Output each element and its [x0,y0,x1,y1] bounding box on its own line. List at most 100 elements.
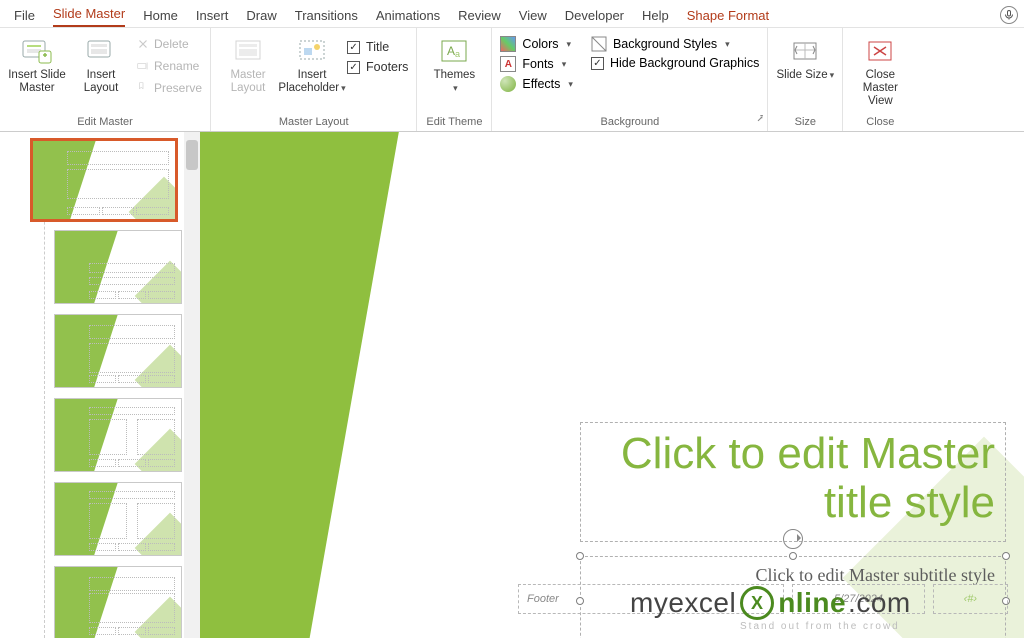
themes-label: Themes▾ [434,69,476,95]
tab-shape-format[interactable]: Shape Format [687,4,769,27]
footers-checkbox-label: Footers [366,60,408,74]
slide-number-placeholder[interactable]: ‹#› [933,584,1008,614]
group-label-size: Size [776,115,834,129]
close-master-view-label: Close Master View [851,69,909,109]
checkbox-icon: ✓ [347,61,360,74]
group-label-edit-master: Edit Master [8,115,202,129]
date-label: 5/27/2024 [834,593,883,605]
colors-icon [500,36,516,52]
preserve-button: Preserve [136,78,202,98]
ribbon: Insert Slide Master Insert Layout Delete… [0,28,1024,132]
tab-home[interactable]: Home [143,4,178,27]
effects-label: Effects [522,77,560,91]
colors-button[interactable]: Colors▾ [500,36,573,52]
handle-top-mid[interactable] [789,552,797,560]
themes-button[interactable]: Aa Themes▾ [425,32,483,95]
date-placeholder[interactable]: 5/27/2024 [792,584,925,614]
svg-text:A: A [447,44,455,58]
insert-layout-button[interactable]: Insert Layout [72,32,130,95]
close-master-view-button[interactable]: Close Master View [851,32,909,109]
group-label-master-layout: Master Layout [219,115,408,129]
title-checkbox[interactable]: ✓ Title [347,40,408,54]
thumbnail-panel [0,132,200,638]
title-checkbox-label: Title [366,40,389,54]
handle-top-left[interactable] [576,552,584,560]
slide-master-icon [20,36,54,66]
tab-insert[interactable]: Insert [196,4,229,27]
effects-icon [500,76,516,92]
slide-size-button[interactable]: Slide Size▾ [776,32,834,82]
placeholder-icon [295,36,329,66]
tab-animations[interactable]: Animations [376,4,440,27]
tab-slide-master[interactable]: Slide Master [53,2,125,27]
group-edit-master: Insert Slide Master Insert Layout Delete… [0,28,211,131]
hide-bg-checkbox[interactable]: ✓ Hide Background Graphics [591,56,759,70]
thumbnail-layout-5[interactable] [54,566,182,638]
footer-text-placeholder[interactable]: Footer [518,584,784,614]
master-layout-label: Master Layout [219,69,277,95]
thumbnail-layout-3[interactable] [54,398,182,472]
rename-icon [136,59,150,73]
group-label-edit-theme: Edit Theme [425,115,483,129]
fonts-button[interactable]: A Fonts▾ [500,56,573,72]
close-icon [863,36,897,66]
insert-slide-master-button[interactable]: Insert Slide Master [8,32,66,95]
thumbnail-scrollbar[interactable] [184,132,200,638]
tab-developer[interactable]: Developer [565,4,624,27]
slide-size-icon [788,36,822,66]
master-layout-button: Master Layout [219,32,277,95]
background-dialog-launcher[interactable]: ⭷ [757,112,763,129]
group-background: Colors▾ A Fonts▾ Effects▾ Background Sty… [492,28,768,131]
mic-icon[interactable] [1000,6,1018,24]
title-placeholder[interactable]: Click to edit Master title style [580,422,1006,542]
tab-review[interactable]: Review [458,4,501,27]
footer-placeholders: Footer 5/27/2024 ‹#› [518,584,1008,614]
tab-file[interactable]: File [14,4,35,27]
slide-canvas[interactable]: Click to edit Master title style Click t… [200,132,1024,638]
handle-top-right[interactable] [1002,552,1010,560]
group-edit-theme: Aa Themes▾ Edit Theme [417,28,492,131]
thumbnail-layout-1[interactable] [54,230,182,304]
background-styles-button[interactable]: Background Styles▾ [591,36,759,52]
tab-view[interactable]: View [519,4,547,27]
insert-placeholder-label: Insert Placeholder▾ [278,69,345,95]
group-label-background: Background [500,115,759,129]
ribbon-tabbar: File Slide Master Home Insert Draw Trans… [0,0,1024,28]
insert-placeholder-button[interactable]: Insert Placeholder▾ [283,32,341,95]
tab-draw[interactable]: Draw [246,4,276,27]
tab-help[interactable]: Help [642,4,669,27]
effects-button[interactable]: Effects▾ [500,76,573,92]
tab-transitions[interactable]: Transitions [295,4,358,27]
fonts-label: Fonts [522,57,553,71]
insert-layout-label: Insert Layout [72,69,130,95]
group-label-close: Close [851,115,909,129]
scrollbar-thumb[interactable] [186,140,198,170]
thumbnail-master[interactable] [32,140,176,220]
footers-checkbox[interactable]: ✓ Footers [347,60,408,74]
slide-number-label: ‹#› [964,593,977,605]
preserve-icon [136,81,150,95]
thumbnail-layout-2[interactable] [54,314,182,388]
rename-label: Rename [154,59,199,73]
svg-text:a: a [455,49,460,59]
colors-label: Colors [522,37,558,51]
workspace: Click to edit Master title style Click t… [0,132,1024,638]
hide-bg-label: Hide Background Graphics [610,56,759,70]
rename-button: Rename [136,56,202,76]
delete-label: Delete [154,37,189,51]
layout-icon [84,36,118,66]
rotate-handle[interactable] [783,529,803,549]
insert-slide-master-label: Insert Slide Master [8,69,66,95]
checkbox-icon: ✓ [347,41,360,54]
themes-icon: Aa [437,36,471,66]
delete-icon [136,37,150,51]
preserve-label: Preserve [154,81,202,95]
master-layout-icon [231,36,265,66]
footer-text-label: Footer [527,593,559,605]
background-styles-label: Background Styles [613,37,717,51]
delete-button: Delete [136,34,202,54]
watermark-subtitle: Stand out from the crowd [740,621,900,632]
title-placeholder-text: Click to edit Master title style [621,429,995,527]
group-master-layout: Master Layout Insert Placeholder▾ ✓ Titl… [211,28,417,131]
thumbnail-layout-4[interactable] [54,482,182,556]
